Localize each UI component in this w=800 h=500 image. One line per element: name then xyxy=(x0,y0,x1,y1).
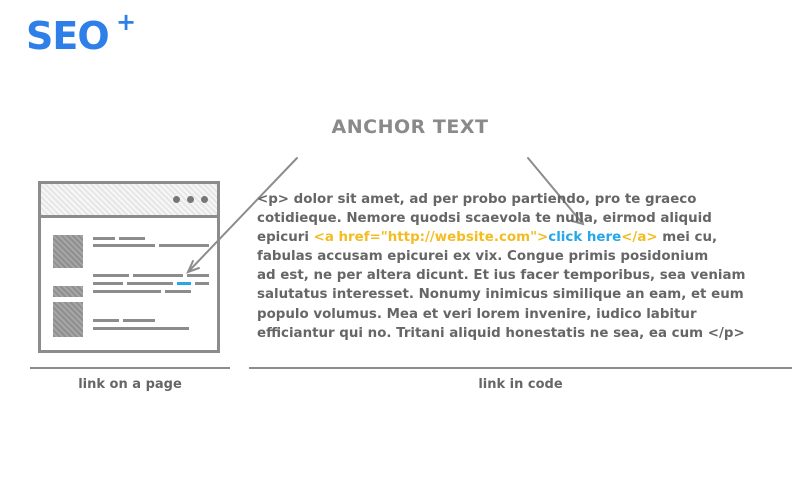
code-line: ad est, ne per altera dicunt. Et ius fac… xyxy=(257,268,746,284)
code-line: populo volumus. Mea et veri lorem inveni… xyxy=(257,306,697,322)
code-line: fabulas accusam epicurei ex vix. Congue … xyxy=(257,249,709,265)
html-code-snippet: <p> dolor sit amet, ad per probo partien… xyxy=(257,190,797,343)
caption-link-in-code: link in code xyxy=(478,377,563,392)
anchor-close-tag: </a> xyxy=(621,230,658,246)
code-line: <p> dolor sit amet, ad per probo partien… xyxy=(257,192,697,207)
code-line: efficiantur qui no. Tritani aliquid hone… xyxy=(257,325,745,341)
divider-right xyxy=(249,367,792,369)
code-text: epicuri xyxy=(257,230,314,246)
anchor-open-tag: <a href="http://website.com"> xyxy=(313,230,549,246)
code-line-with-link: epicuri <a href="http://website.com">cli… xyxy=(257,228,797,247)
caption-link-on-page: link on a page xyxy=(78,377,182,392)
code-line: salutatus interesset. Nonumy inimicus si… xyxy=(257,287,744,303)
code-line: cotidieque. Nemore quodsi scaevola te nu… xyxy=(257,211,712,227)
divider-left xyxy=(30,367,230,369)
anchor-text: click here xyxy=(548,230,622,246)
code-text: mei cu, xyxy=(657,230,718,246)
